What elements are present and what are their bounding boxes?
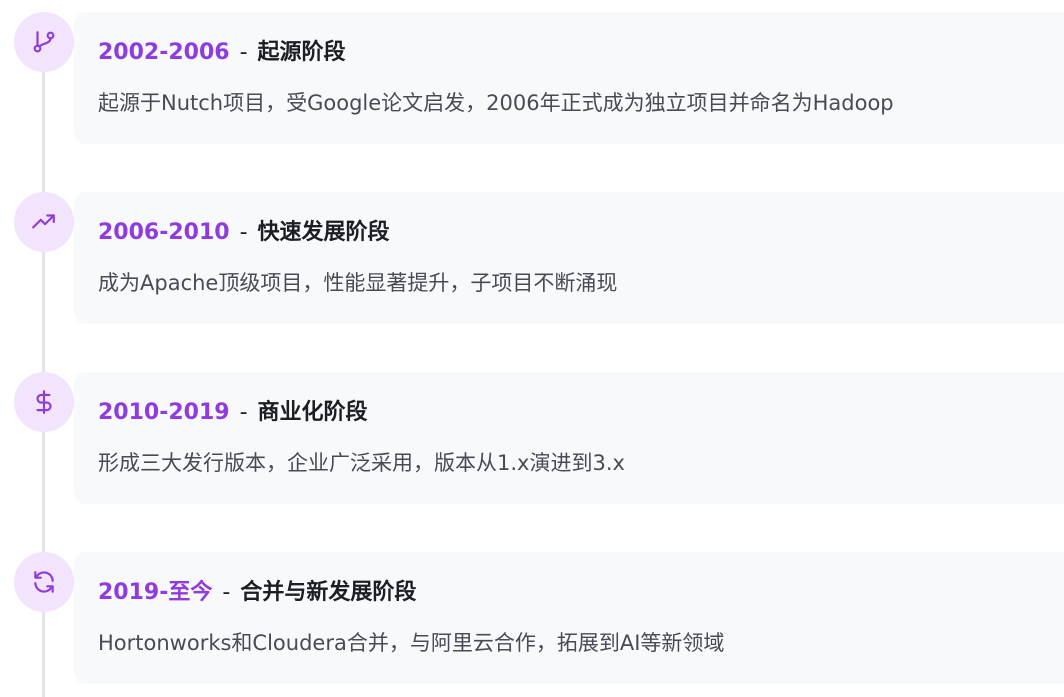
timeline-card: 2010-2019- 商业化阶段 形成三大发行版本，企业广泛采用，版本从1.x演进… (74, 372, 1064, 504)
timeline-title: 合并与新发展阶段 (240, 580, 417, 605)
timeline-item: 2002-2006- 起源阶段 起源于Nutch项目，受Google论文启发，20… (0, 12, 1064, 144)
timeline-period: 2006-2010 (98, 220, 230, 245)
timeline-description: Hortonworks和Cloudera合并，与阿里云合作，拓展到AI等新领域 (98, 631, 725, 655)
timeline-period: 2019-至今 (98, 580, 213, 605)
timeline-description: 成为Apache顶级项目，性能显著提升，子项目不断涌现 (98, 271, 618, 295)
timeline-card: 2002-2006- 起源阶段 起源于Nutch项目，受Google论文启发，20… (74, 12, 1064, 144)
timeline-description: 起源于Nutch项目，受Google论文启发，2006年正式成为独立项目并命名为… (98, 91, 894, 115)
timeline-separator: - (222, 580, 231, 605)
timeline-description: 形成三大发行版本，企业广泛采用，版本从1.x演进到3.x (98, 451, 625, 475)
history-timeline: 2002-2006- 起源阶段 起源于Nutch项目，受Google论文启发，20… (0, 0, 1064, 697)
dollar-sign-icon (14, 372, 74, 432)
timeline-title: 起源阶段 (257, 40, 346, 65)
timeline-item: 2010-2019- 商业化阶段 形成三大发行版本，企业广泛采用，版本从1.x演进… (0, 372, 1064, 504)
timeline-heading: 2019-至今 - 合并与新发展阶段 (98, 578, 416, 608)
timeline-heading: 2006-2010- 快速发展阶段 (98, 218, 390, 248)
timeline-heading: 2002-2006- 起源阶段 (98, 38, 346, 68)
timeline-title: 商业化阶段 (257, 400, 368, 425)
timeline-item: 2006-2010- 快速发展阶段 成为Apache顶级项目，性能显著提升，子项目… (0, 192, 1064, 324)
timeline-separator: - (239, 220, 248, 245)
timeline-period: 2002-2006 (98, 40, 230, 65)
timeline-item: 2019-至今 - 合并与新发展阶段 Hortonworks和Cloudera合并，… (0, 552, 1064, 684)
git-branch-icon (14, 12, 74, 72)
timeline-card: 2019-至今 - 合并与新发展阶段 Hortonworks和Cloudera合并，… (74, 552, 1064, 684)
timeline-card: 2006-2010- 快速发展阶段 成为Apache顶级项目，性能显著提升，子项目… (74, 192, 1064, 324)
refresh-icon (14, 552, 74, 612)
timeline-period: 2010-2019 (98, 400, 230, 425)
trending-up-icon (14, 192, 74, 252)
timeline-separator: - (239, 400, 248, 425)
timeline-heading: 2010-2019- 商业化阶段 (98, 398, 368, 428)
timeline-separator: - (239, 40, 248, 65)
timeline-title: 快速发展阶段 (257, 220, 390, 245)
